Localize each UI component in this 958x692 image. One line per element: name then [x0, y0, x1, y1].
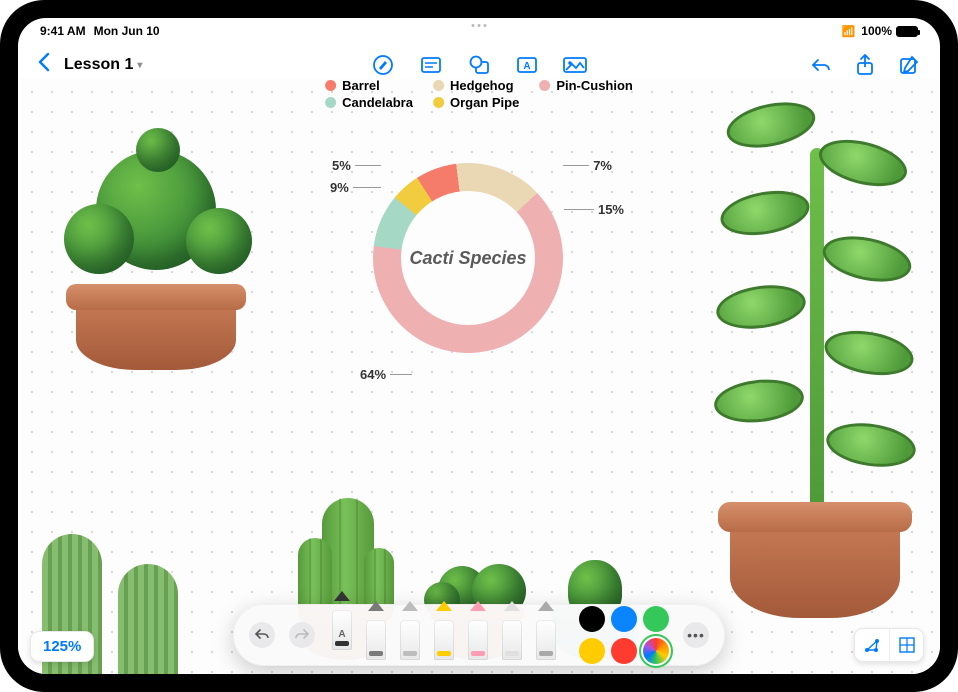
pct-label-hedgehog: 15%	[564, 202, 624, 217]
battery-icon	[896, 26, 918, 37]
status-date: Mon Jun 10	[94, 24, 160, 38]
tool-highlighter[interactable]	[465, 610, 491, 660]
color-swatch-blue[interactable]	[611, 606, 637, 632]
legend-label: Candelabra	[342, 95, 413, 110]
wifi-icon	[842, 24, 856, 38]
document-title-menu[interactable]: Lesson 1 ▾	[64, 56, 142, 74]
color-swatch-red[interactable]	[611, 638, 637, 664]
legend-label: Hedgehog	[450, 78, 514, 93]
legend-label: Barrel	[342, 78, 380, 93]
tool-pen[interactable]: A	[329, 600, 355, 650]
chart-title: Cacti Species	[409, 248, 526, 269]
grid-view-button[interactable]	[889, 629, 923, 661]
text-box-icon[interactable]: A	[514, 53, 540, 77]
pen-tool-icon[interactable]	[370, 53, 396, 77]
svg-text:A: A	[523, 61, 530, 72]
media-icon[interactable]	[562, 53, 588, 77]
multitask-dots[interactable]	[472, 24, 487, 27]
image-potted-cactus-cluster[interactable]	[46, 124, 266, 384]
zoom-level-label: 125%	[43, 638, 81, 655]
pct-label-organ: 5%	[332, 158, 381, 173]
chevron-down-icon: ▾	[137, 60, 142, 71]
compose-icon[interactable]	[896, 53, 922, 77]
legend-swatch	[325, 80, 336, 91]
shape-icon[interactable]	[466, 53, 492, 77]
tool-pencil[interactable]	[363, 610, 389, 660]
zoom-level-button[interactable]: 125%	[30, 631, 94, 662]
undo-icon[interactable]	[808, 53, 834, 77]
freeform-canvas[interactable]: Barrel Hedgehog Pin-Cushion Candelabra O…	[18, 78, 940, 674]
battery-pct: 100%	[861, 24, 892, 38]
drawing-tall-succulent[interactable]	[712, 98, 912, 618]
ipad-status-bar: 9:41 AM Mon Jun 10 100%	[18, 18, 940, 40]
legend-swatch	[325, 97, 336, 108]
graph-view-button[interactable]	[855, 629, 889, 661]
drawing-tool-tray: A •••	[233, 604, 725, 666]
pct-label-pincushion: 64%	[360, 367, 412, 382]
color-swatch-yellow[interactable]	[579, 638, 605, 664]
ellipsis-icon: •••	[687, 627, 705, 643]
chart-legend: Barrel Hedgehog Pin-Cushion Candelabra O…	[325, 78, 633, 110]
sticky-note-icon[interactable]	[418, 53, 444, 77]
color-palette	[579, 606, 669, 664]
donut-chart[interactable]: Cacti Species 5% 9% 7% 15% 64%	[318, 128, 618, 388]
legend-swatch	[539, 80, 550, 91]
document-title: Lesson 1	[64, 56, 133, 74]
color-swatch-black[interactable]	[579, 606, 605, 632]
legend-swatch	[433, 97, 444, 108]
pct-label-candelabra: 9%	[330, 180, 381, 195]
legend-label: Organ Pipe	[450, 95, 519, 110]
tool-eraser[interactable]	[499, 610, 525, 660]
view-controls	[854, 628, 924, 662]
tray-more-button[interactable]: •••	[683, 622, 709, 648]
color-swatch-rainbow[interactable]	[643, 638, 669, 664]
back-button[interactable]	[36, 52, 50, 78]
share-icon[interactable]	[852, 53, 878, 77]
pct-label-barrel: 7%	[563, 158, 612, 173]
color-swatch-green[interactable]	[643, 606, 669, 632]
tool-ruler[interactable]	[533, 610, 559, 660]
tray-undo-button[interactable]	[249, 622, 275, 648]
tool-brush[interactable]	[397, 610, 423, 660]
tool-crayon[interactable]	[431, 610, 457, 660]
status-time: 9:41 AM	[40, 24, 86, 38]
legend-label: Pin-Cushion	[556, 78, 633, 93]
legend-swatch	[433, 80, 444, 91]
tray-redo-button[interactable]	[289, 622, 315, 648]
